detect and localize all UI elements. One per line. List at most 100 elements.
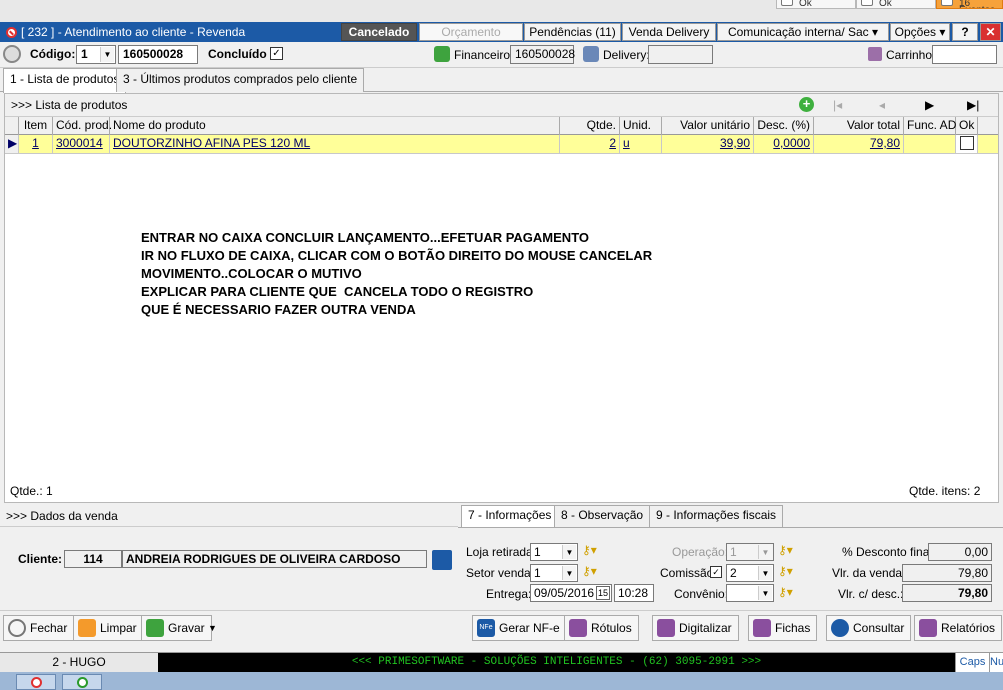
taskbar-item-ok[interactable]	[62, 674, 102, 690]
comunicacao-menu[interactable]: Comunicação interna/ Sac ▾	[717, 23, 889, 41]
orcamento-button[interactable]: Orçamento	[419, 23, 523, 41]
taskbar-item-cancelled[interactable]	[16, 674, 56, 690]
notification-label: Ok	[879, 0, 892, 9]
help-button[interactable]: ?	[952, 23, 978, 41]
cell-nome-produto[interactable]: DOUTORZINHO AFINA PES 120 ML	[110, 135, 560, 153]
cliente-details-icon[interactable]	[432, 550, 452, 570]
concluido-checkbox[interactable]: ✓	[270, 47, 283, 60]
comissao-label: Comissão:	[660, 566, 717, 580]
tab-ultimos-produtos[interactable]: 3 - Últimos produtos comprados pelo clie…	[116, 68, 365, 92]
app-icon	[941, 0, 953, 6]
notification-events[interactable]: 16 Eventos	[936, 0, 1003, 9]
vlr-desc-label: Vlr. c/ desc.:	[838, 587, 904, 601]
grid-header: Item Cód. prod. Nome do produto Qtde. Un…	[5, 116, 998, 135]
gravar-dropdown-arrow[interactable]: ▼	[208, 623, 217, 633]
entrega-date[interactable]: 09/05/2016 15	[530, 584, 612, 602]
close-button[interactable]: ✕	[980, 23, 1001, 41]
delivery-truck-icon	[583, 46, 599, 62]
col-func-ad[interactable]: Func. AD	[904, 117, 956, 135]
lookup-icon[interactable]: ⚷▾	[582, 564, 597, 578]
limpar-button[interactable]: Limpar	[73, 615, 144, 641]
product-list-title: >>> Lista de produtos	[11, 98, 128, 112]
bottom-toolbar: Fechar Limpar Gravar ▼ NFe Gerar NF-e Rót…	[0, 610, 1003, 644]
pendencias-button[interactable]: Pendências (11)	[524, 23, 621, 41]
consultar-button[interactable]: Consultar	[826, 615, 912, 641]
comissao-checkbox[interactable]: ✓	[710, 566, 722, 578]
company-banner: <<< PRIMESOFTWARE - SOLUÇÕES INTELIGENTE…	[158, 653, 955, 672]
add-item-icon[interactable]: +	[799, 97, 814, 112]
cell-valor-total[interactable]: 79,80	[814, 135, 904, 153]
cell-item[interactable]: 1	[19, 135, 53, 153]
next-record-button[interactable]: ▶	[925, 94, 934, 116]
gravar-button[interactable]: Gravar	[141, 615, 212, 641]
convenio-select[interactable]: ▼	[726, 584, 774, 602]
notification-ok-2[interactable]: Ok	[856, 0, 936, 9]
codigo-select[interactable]: 1 ▼	[76, 45, 116, 64]
close-circle-icon	[8, 619, 26, 637]
cart-icon	[868, 47, 882, 61]
venda-delivery-button[interactable]: Venda Delivery	[622, 23, 716, 41]
tab-informacoes-fiscais[interactable]: 9 - Informações fiscais	[649, 505, 784, 527]
chevron-down-icon: ▼	[758, 586, 772, 600]
cell-func-ad[interactable]	[904, 135, 956, 153]
carrinho-field[interactable]	[932, 45, 997, 64]
window-title: [ 232 ] - Atendimento ao cliente - Reven…	[21, 25, 246, 39]
rotulos-button[interactable]: Rótulos	[564, 615, 639, 641]
col-unid[interactable]: Unid.	[620, 117, 662, 135]
lookup-icon[interactable]: ⚷▾	[778, 543, 793, 557]
digitalizar-button[interactable]: Digitalizar	[652, 615, 739, 641]
chevron-down-icon: ▼	[562, 566, 576, 580]
sale-data-title: >>> Dados da venda	[0, 505, 458, 527]
last-record-button[interactable]: ▶|	[967, 94, 979, 116]
cell-unid[interactable]: u	[620, 135, 662, 153]
col-cod-prod[interactable]: Cód. prod.	[53, 117, 112, 135]
cell-cod-prod[interactable]: 3000014	[53, 135, 110, 153]
loja-retirada-select[interactable]: 1 ▼	[530, 543, 578, 561]
instruction-note: ENTRAR NO CAIXA CONCLUIR LANÇAMENTO...EF…	[141, 230, 653, 317]
col-ok[interactable]: Ok	[956, 117, 978, 135]
cell-ok-checkbox[interactable]	[956, 135, 978, 153]
ok-checkbox[interactable]	[960, 136, 974, 150]
chevron-down-icon: ▼	[758, 566, 772, 580]
table-row[interactable]: ▶ 1 3000014 DOUTORZINHO AFINA PES 120 ML…	[5, 135, 998, 154]
loja-retirada-label: Loja retirada:	[466, 545, 537, 559]
lookup-icon[interactable]: ⚷▾	[778, 564, 793, 578]
entrega-time[interactable]: 10:28	[614, 584, 654, 602]
notification-label: Ok	[799, 0, 812, 9]
first-record-button[interactable]: |◂	[833, 94, 842, 116]
col-qtde[interactable]: Qtde.	[560, 117, 620, 135]
col-item[interactable]: Item	[19, 117, 53, 135]
col-valor-unitario[interactable]: Valor unitário	[662, 117, 754, 135]
lookup-icon[interactable]: ⚷▾	[778, 585, 793, 599]
fichas-button[interactable]: Fichas	[748, 615, 818, 641]
gerar-nfe-label: Gerar NF-e	[499, 621, 560, 635]
prev-record-button[interactable]: ◂	[879, 94, 885, 116]
current-user: 2 - HUGO	[52, 655, 106, 669]
cell-desc[interactable]: 0,0000	[754, 135, 814, 153]
col-desc[interactable]: Desc. (%)	[754, 117, 814, 135]
chevron-down-icon: ▼	[100, 47, 114, 62]
tab-observacao[interactable]: 8 - Observação	[554, 505, 651, 527]
financeiro-icon	[434, 46, 450, 62]
tab-informacoes[interactable]: 7 - Informações	[461, 505, 559, 527]
cell-valor-unitario[interactable]: 39,90	[662, 135, 754, 153]
col-valor-total[interactable]: Valor total	[814, 117, 904, 135]
col-nome-produto[interactable]: Nome do produto	[110, 117, 560, 135]
lookup-icon[interactable]: ⚷▾	[582, 543, 597, 557]
tab-lista-produtos[interactable]: 1 - Lista de produtos	[3, 68, 127, 93]
relatorios-button[interactable]: Relatórios	[914, 615, 1003, 641]
fechar-button[interactable]: Fechar	[3, 615, 75, 641]
num-indicator: Nu	[989, 653, 1003, 672]
opcoes-menu[interactable]: Opções ▾	[890, 23, 950, 41]
cell-qtde[interactable]: 2	[560, 135, 620, 153]
desconto-final-field[interactable]: 0,00	[928, 543, 992, 561]
comissao-select[interactable]: 2 ▼	[726, 564, 774, 582]
calendar-icon[interactable]: 15	[595, 586, 610, 600]
refresh-icon[interactable]	[3, 45, 21, 63]
delivery-field	[648, 45, 713, 64]
gerar-nfe-button[interactable]: NFe Gerar NF-e	[472, 615, 567, 641]
notification-ok-1[interactable]: Ok	[776, 0, 856, 9]
financeiro-label: Financeiro:	[454, 48, 514, 62]
setor-venda-select[interactable]: 1 ▼	[530, 564, 578, 582]
codigo-input[interactable]: 160500028	[118, 45, 198, 64]
